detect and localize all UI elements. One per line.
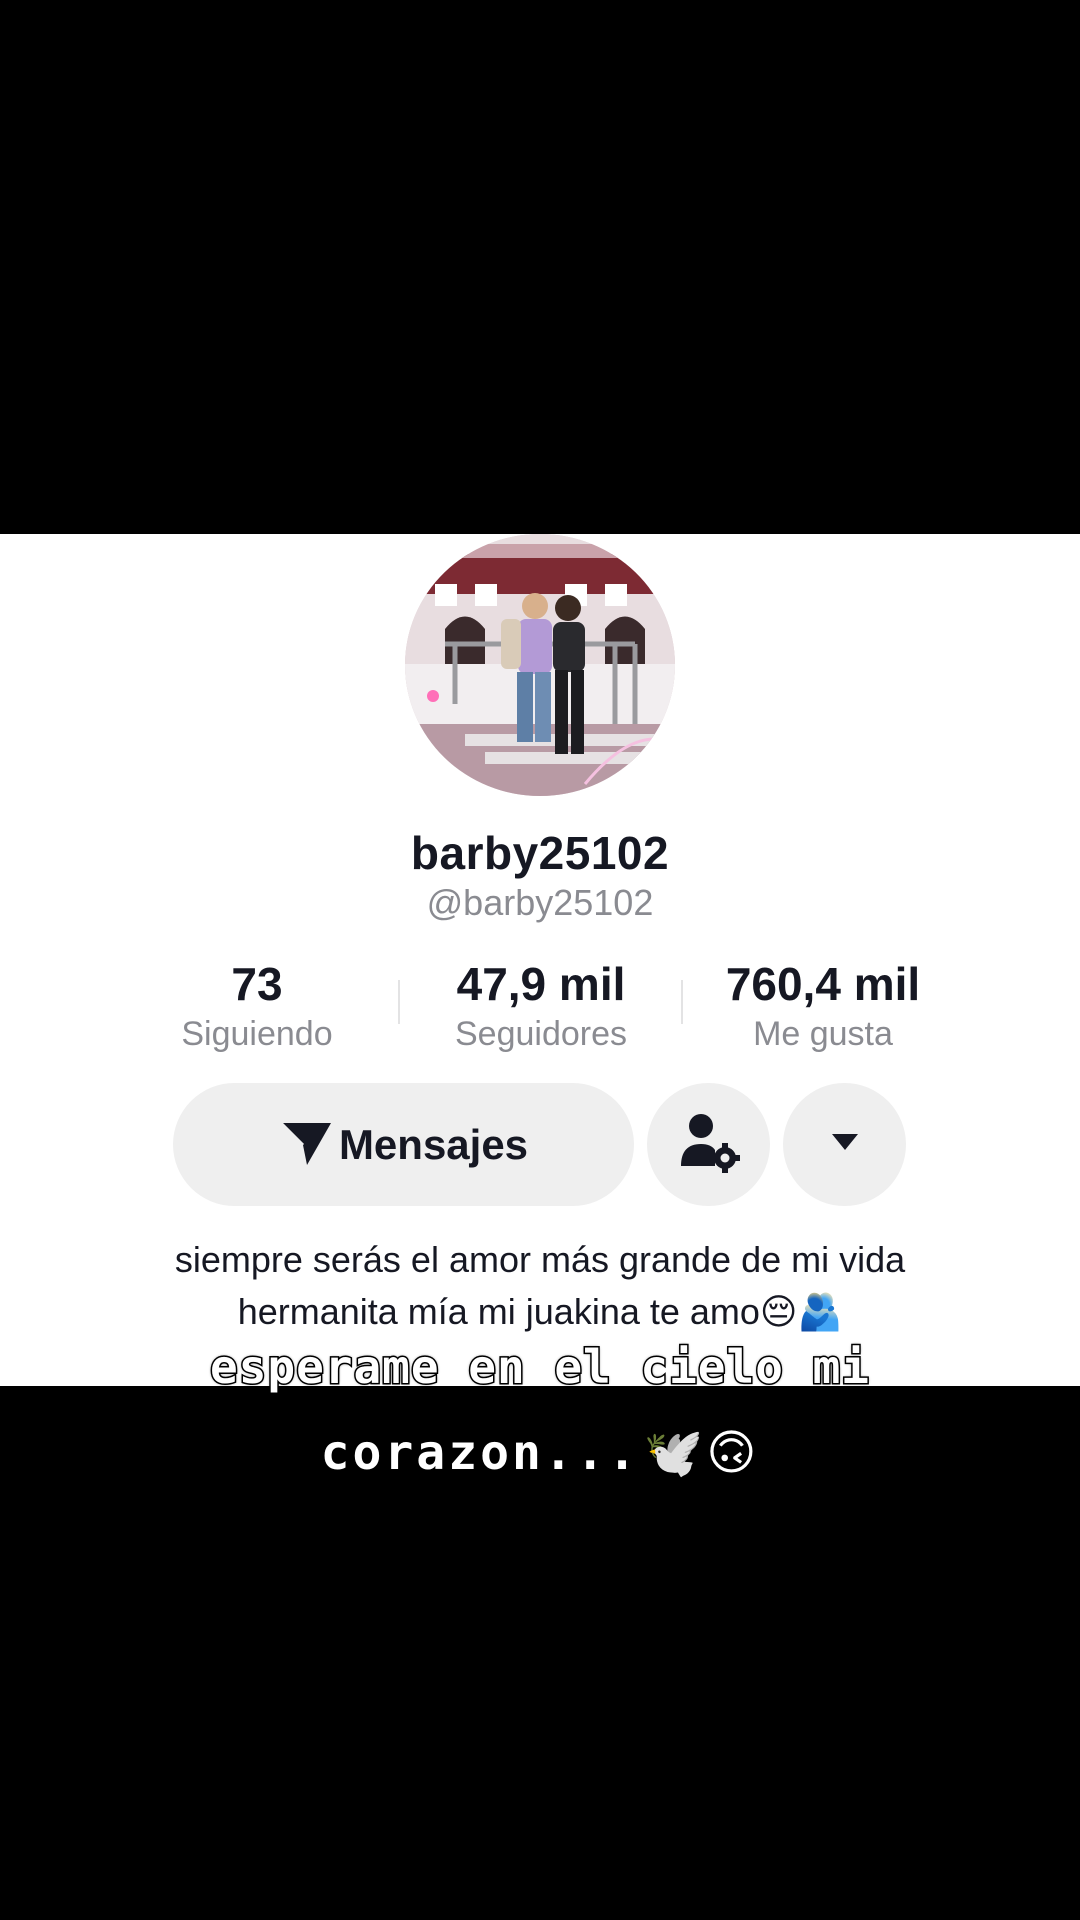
stat-following[interactable]: 73 Siguiendo [127, 958, 387, 1056]
caption-line-2: corazon... 🕊️🙃 [0, 1424, 1080, 1482]
send-icon [279, 1117, 333, 1172]
followers-count: 47,9 mil [456, 958, 626, 1010]
messages-label: Mensajes [338, 1120, 529, 1168]
caption-text: corazon... [320, 1424, 640, 1481]
dove-emoji: 🕊️🙃 [643, 1425, 760, 1481]
followers-label: Seguidores [454, 1015, 627, 1053]
stat-divider [681, 980, 683, 1024]
messages-button[interactable]: Mensajes [173, 1083, 634, 1206]
stat-followers[interactable]: 47,9 mil Seguidores [411, 958, 671, 1056]
caret-down-icon [830, 1132, 860, 1157]
likes-count: 760,4 mil [725, 958, 921, 1010]
caption-line-1: esperame en el cielo mi [209, 1339, 871, 1396]
video-frame: barby25102 @barby25102 73 Siguiendo 47,9… [0, 0, 1080, 1920]
bio-line-1: siempre serás el amor más grande de mi v… [174, 1239, 906, 1280]
person-settings-button[interactable] [647, 1083, 770, 1206]
display-name: barby25102 [410, 827, 670, 879]
stat-likes[interactable]: 760,4 mil Me gusta [693, 958, 953, 1056]
following-count: 73 [231, 958, 283, 1010]
more-dropdown-button[interactable] [783, 1083, 906, 1206]
avatar-photo [405, 534, 675, 796]
profile-avatar[interactable] [405, 534, 675, 796]
person-settings-icon [677, 1110, 741, 1179]
bio-line-2: hermanita mía mi juakina te amo😔🫂 [237, 1291, 843, 1332]
stat-divider [398, 980, 400, 1024]
profile-screenshot-panel: barby25102 @barby25102 73 Siguiendo 47,9… [0, 534, 1080, 1386]
likes-label: Me gusta [753, 1015, 893, 1053]
username-handle: @barby25102 [426, 882, 654, 923]
following-label: Siguiendo [181, 1015, 333, 1053]
